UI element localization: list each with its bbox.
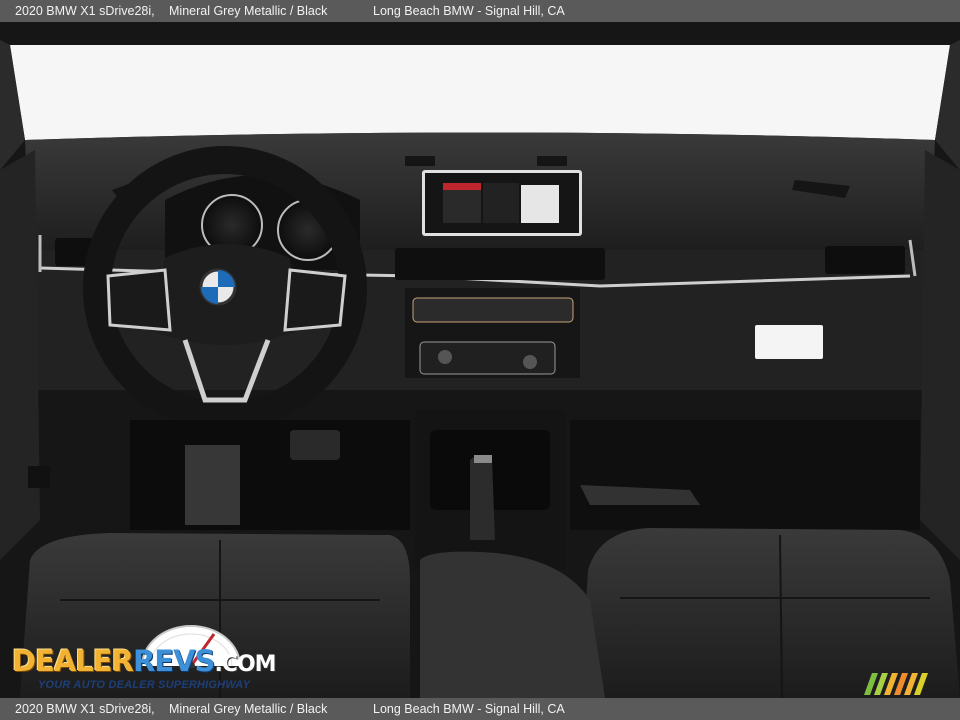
vehicle-color: Mineral Grey Metallic / Black — [169, 702, 328, 716]
interior-photo — [0, 22, 960, 698]
dealerrevs-watermark: DEALERREVS.COM YOUR AUTO DEALER SUPERHIG… — [12, 622, 277, 692]
dealer-name: Long Beach BMW - Signal Hill, CA — [373, 702, 565, 716]
watermark-brand-b: REVS — [132, 644, 215, 678]
watermark-logo: DEALERREVS.COM — [12, 644, 277, 678]
stripes-logo-icon — [864, 673, 928, 695]
dashboard-illustration — [0, 40, 960, 698]
vehicle-color: Mineral Grey Metallic / Black — [169, 4, 328, 18]
watermark-brand-c: .COM — [214, 652, 276, 677]
caption-bar-bottom: 2020 BMW X1 sDrive28i, Mineral Grey Meta… — [0, 698, 960, 720]
vehicle-model: 2020 BMW X1 sDrive28i, — [15, 702, 155, 716]
watermark-tagline: YOUR AUTO DEALER SUPERHIGHWAY — [38, 679, 251, 691]
watermark-brand-a: DEALER — [12, 644, 134, 678]
vehicle-model: 2020 BMW X1 sDrive28i, — [15, 4, 155, 18]
window-tag-label — [755, 325, 823, 359]
caption-bar-top: 2020 BMW X1 sDrive28i, Mineral Grey Meta… — [0, 0, 960, 22]
dealer-name: Long Beach BMW - Signal Hill, CA — [373, 4, 565, 18]
